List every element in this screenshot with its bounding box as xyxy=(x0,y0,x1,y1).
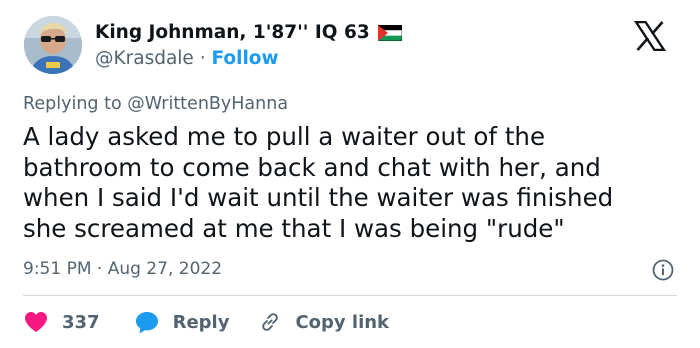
tweet-text: A lady asked me to pull a waiter out of … xyxy=(23,122,683,244)
copy-link-label: Copy link xyxy=(295,311,390,333)
reply-bubble-icon xyxy=(135,311,158,333)
avatar-image xyxy=(24,16,82,74)
copy-link-button[interactable]: Copy link xyxy=(259,311,389,333)
tweet-text-line: she screamed at me that I was being "rud… xyxy=(23,213,565,243)
author-handle[interactable]: @Krasdale xyxy=(95,48,194,69)
divider xyxy=(23,295,677,296)
avatar[interactable] xyxy=(24,16,82,74)
reply-label: Reply xyxy=(172,311,230,333)
author-name-row[interactable]: King Johnman, 1'87'' IQ 63 xyxy=(95,22,402,43)
palestine-flag-icon xyxy=(377,24,402,41)
tweet-text-line: bathroom to come back and chat with her,… xyxy=(23,152,601,182)
like-count: 337 xyxy=(62,311,100,333)
tweet-text-line: when I said I'd wait until the waiter wa… xyxy=(23,183,614,212)
tweet-text-line: A lady asked me to pull a waiter out of … xyxy=(23,122,546,151)
separator-dot: · xyxy=(199,48,206,69)
author-display-name[interactable]: King Johnman, 1'87'' IQ 63 xyxy=(95,22,370,43)
info-icon[interactable] xyxy=(652,259,674,281)
like-button[interactable]: 337 xyxy=(24,311,100,333)
reply-mention-link[interactable]: @WrittenByHanna xyxy=(127,94,288,114)
replying-to-line: Replying to @WrittenByHanna xyxy=(23,94,288,114)
author-handle-row: @Krasdale · Follow xyxy=(95,48,279,69)
link-icon xyxy=(262,313,279,331)
follow-button[interactable]: Follow xyxy=(212,48,279,69)
tweet-actions-bar: 337 Reply Copy link xyxy=(24,309,389,335)
reply-button[interactable]: Reply xyxy=(135,311,230,334)
tweet-timestamp[interactable]: 9:51 PM · Aug 27, 2022 xyxy=(23,259,222,279)
heart-icon xyxy=(25,312,47,332)
x-logo-icon[interactable] xyxy=(634,21,666,51)
replying-to-label: Replying to xyxy=(23,94,122,114)
